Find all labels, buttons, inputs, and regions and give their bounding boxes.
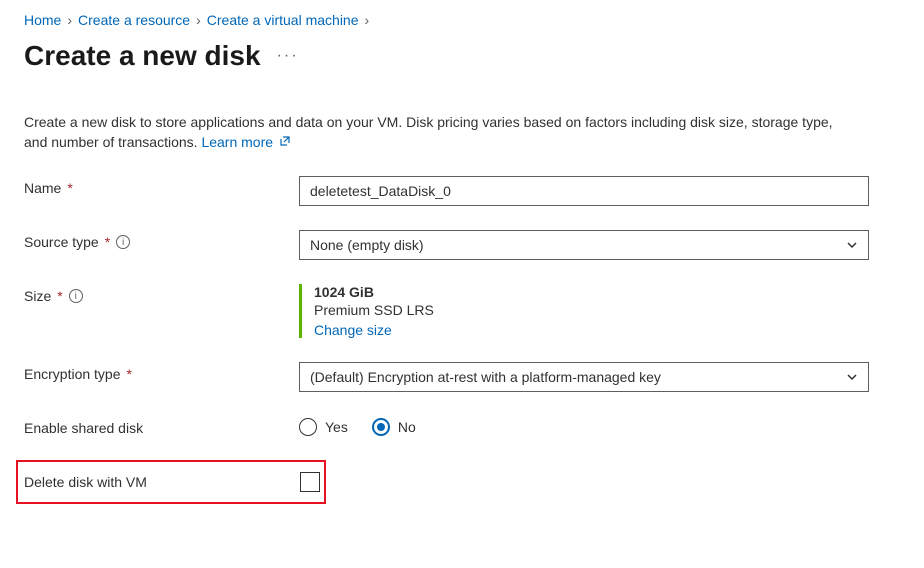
breadcrumb-create-vm[interactable]: Create a virtual machine: [207, 12, 359, 28]
chevron-down-icon: [846, 371, 858, 383]
breadcrumb-create-resource[interactable]: Create a resource: [78, 12, 190, 28]
change-size-link[interactable]: Change size: [314, 322, 392, 338]
info-icon[interactable]: i: [69, 289, 83, 303]
delete-with-vm-checkbox[interactable]: [300, 472, 320, 492]
label-delete-with-vm: Delete disk with VM: [24, 474, 300, 490]
row-name: Name*: [24, 176, 900, 206]
page-title: Create a new disk: [24, 40, 261, 72]
row-delete-with-vm: Delete disk with VM: [16, 460, 326, 504]
breadcrumb-home[interactable]: Home: [24, 12, 61, 28]
size-type: Premium SSD LRS: [314, 302, 869, 318]
learn-more-link[interactable]: Learn more: [201, 134, 290, 150]
size-value: 1024 GiB: [314, 284, 869, 300]
row-source-type: Source type* i None (empty disk): [24, 230, 900, 260]
external-link-icon: [279, 132, 291, 152]
label-name: Name*: [24, 176, 299, 196]
row-enable-shared: Enable shared disk Yes No: [24, 416, 900, 436]
size-summary: 1024 GiB Premium SSD LRS Change size: [299, 284, 869, 338]
radio-icon: [299, 418, 317, 436]
label-encryption: Encryption type*: [24, 362, 299, 382]
source-type-select[interactable]: None (empty disk): [299, 230, 869, 260]
row-encryption: Encryption type* (Default) Encryption at…: [24, 362, 900, 392]
chevron-right-icon: ›: [196, 12, 201, 28]
radio-icon: [372, 418, 390, 436]
radio-yes[interactable]: Yes: [299, 418, 348, 436]
label-size: Size* i: [24, 284, 299, 304]
label-source-type: Source type* i: [24, 230, 299, 250]
label-enable-shared: Enable shared disk: [24, 416, 299, 436]
info-icon[interactable]: i: [116, 235, 130, 249]
more-icon[interactable]: ···: [277, 47, 299, 65]
enable-shared-radio-group: Yes No: [299, 416, 869, 436]
breadcrumb: Home › Create a resource › Create a virt…: [24, 12, 900, 28]
row-size: Size* i 1024 GiB Premium SSD LRS Change …: [24, 284, 900, 338]
radio-no[interactable]: No: [372, 418, 416, 436]
chevron-right-icon: ›: [365, 12, 370, 28]
name-input[interactable]: [299, 176, 869, 206]
encryption-type-select[interactable]: (Default) Encryption at-rest with a plat…: [299, 362, 869, 392]
chevron-down-icon: [846, 239, 858, 251]
title-row: Create a new disk ···: [24, 40, 900, 72]
chevron-right-icon: ›: [67, 12, 72, 28]
page-description: Create a new disk to store applications …: [24, 112, 844, 152]
